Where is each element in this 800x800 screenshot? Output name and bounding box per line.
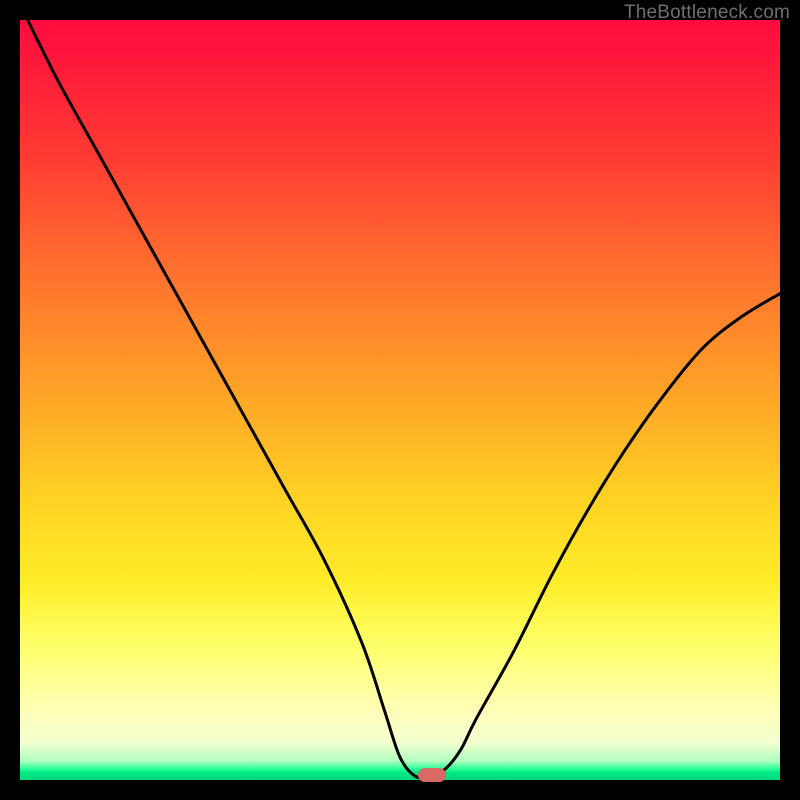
bottleneck-curve (28, 20, 780, 778)
curve-svg (20, 20, 780, 780)
chart-container: TheBottleneck.com (0, 0, 800, 800)
optimal-point-marker (418, 768, 446, 782)
plot-area (20, 20, 780, 780)
